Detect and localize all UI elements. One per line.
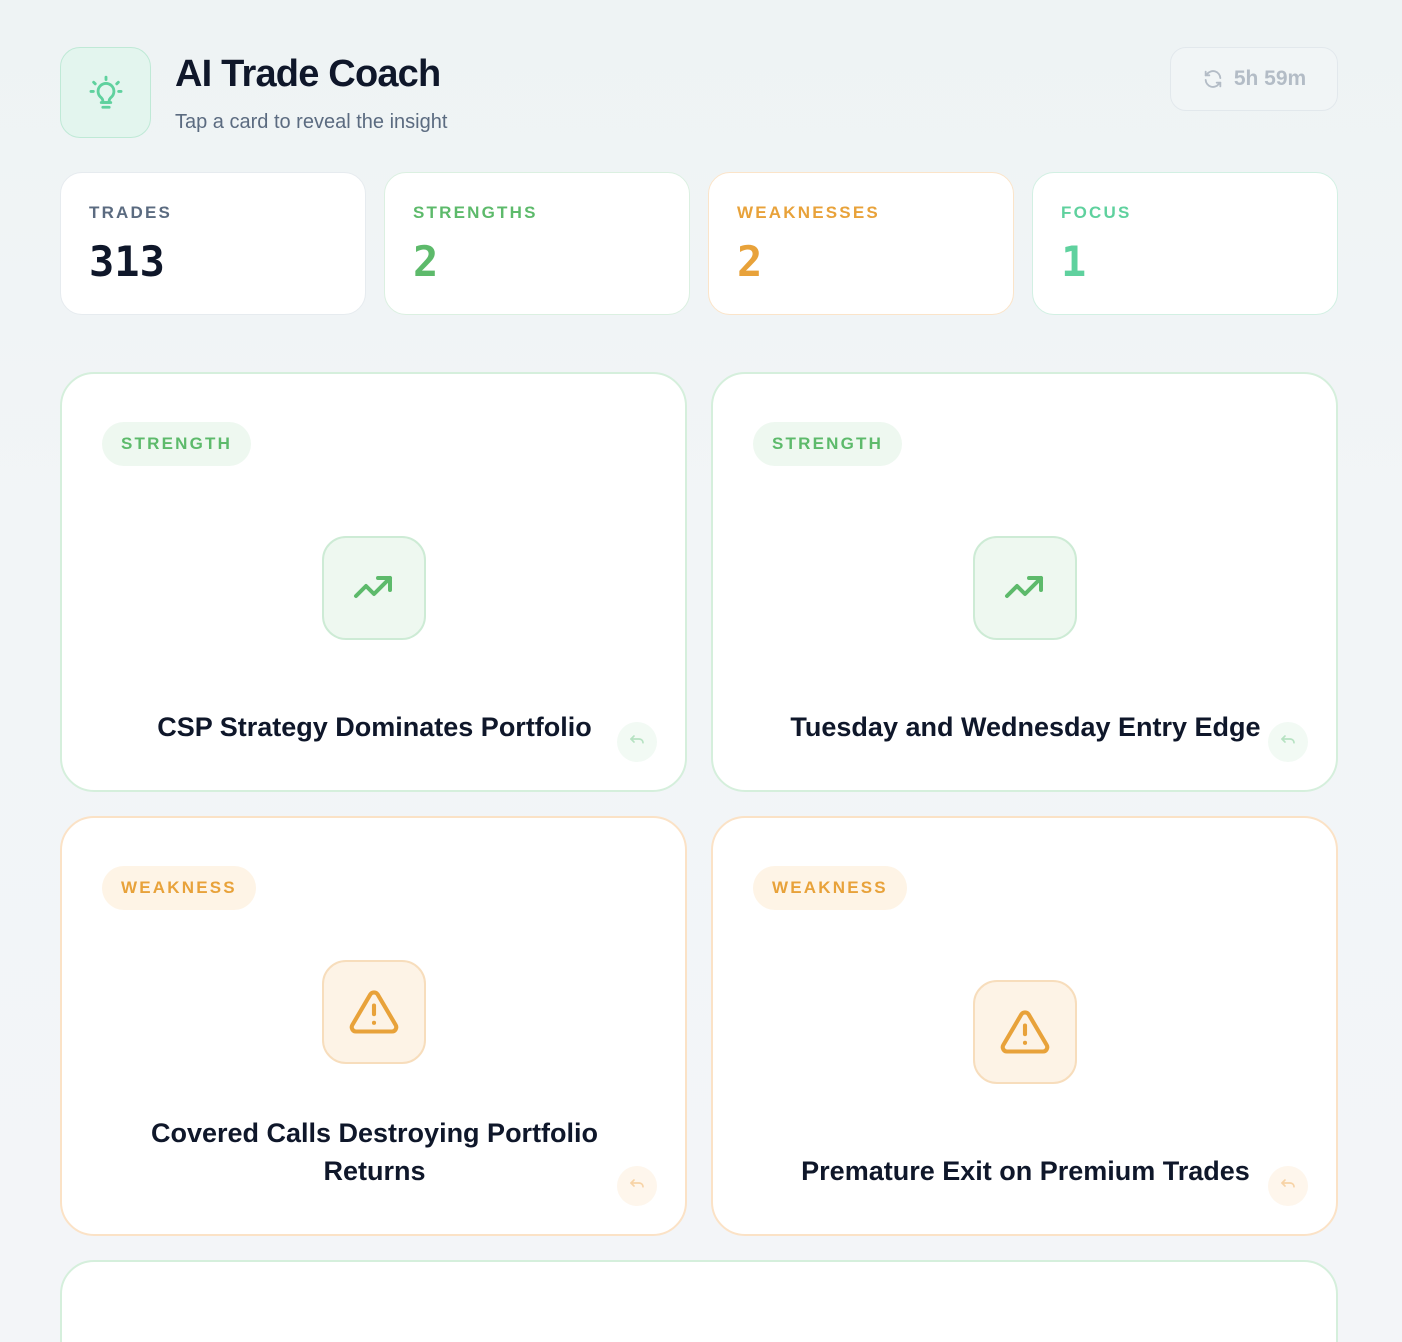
app-logo	[60, 47, 151, 138]
card-badge: WEAKNESS	[102, 866, 256, 910]
insight-card[interactable]	[60, 1260, 1338, 1342]
lightbulb-icon	[89, 75, 122, 109]
card-badge: WEAKNESS	[753, 866, 907, 910]
page-subtitle: Tap a card to reveal the insight	[175, 111, 448, 133]
page-title: AI Trade Coach	[175, 53, 441, 95]
card-title: Premature Exit on Premium Trades	[801, 1156, 1250, 1186]
trending-up-icon	[1005, 576, 1043, 598]
card-badge: STRENGTH	[753, 422, 903, 466]
stat-card-trades: TRADES 313	[60, 172, 366, 315]
flip-back-button[interactable]	[617, 1166, 657, 1206]
insight-card[interactable]: WEAKNESS Covered Calls Destroying Portfo…	[60, 816, 687, 1236]
stat-value: 2	[737, 237, 763, 286]
stat-value: 313	[89, 237, 165, 286]
stat-card-focus: FOCUS 1	[1032, 172, 1338, 315]
warning-icon	[349, 990, 399, 1034]
page: AI Trade Coach Tap a card to reveal the …	[0, 0, 1402, 1342]
stat-value: 2	[413, 237, 439, 286]
stat-card-strengths: STRENGTHS 2	[384, 172, 690, 315]
flip-back-button[interactable]	[1268, 722, 1308, 762]
trending-up-icon	[354, 576, 392, 598]
refresh-timer: 5h 59m	[1233, 67, 1307, 90]
card-icon-box	[322, 536, 426, 640]
undo-icon	[1281, 1179, 1295, 1188]
card-icon-box	[322, 960, 426, 1064]
stat-card-weaknesses: WEAKNESSES 2	[708, 172, 1014, 315]
insight-card[interactable]: WEAKNESS Premature Exit on Premium Trade…	[711, 816, 1338, 1236]
stats-row: TRADES 313 STRENGTHS 2 WEAKNESSES 2 FOCU…	[60, 172, 1338, 316]
undo-icon	[630, 735, 644, 744]
insight-card[interactable]: STRENGTH Tuesday and Wednesday Entry Edg…	[711, 372, 1338, 792]
stat-label: STRENGTHS	[413, 203, 538, 222]
refresh-button[interactable]: 5h 59m	[1170, 47, 1338, 111]
card-badge: STRENGTH	[102, 422, 252, 466]
warning-icon	[1000, 1010, 1050, 1054]
header: AI Trade Coach Tap a card to reveal the …	[60, 47, 1338, 139]
card-icon-box	[973, 980, 1077, 1084]
card-icon-box	[973, 536, 1077, 640]
stat-label: WEAKNESSES	[737, 203, 880, 222]
stat-label: TRADES	[89, 203, 173, 222]
refresh-icon	[1204, 70, 1222, 88]
flip-back-button[interactable]	[1268, 1166, 1308, 1206]
stat-label: FOCUS	[1061, 203, 1132, 222]
card-title: Covered Calls Destroying Portfolio Retur…	[150, 1118, 599, 1186]
insight-card[interactable]: STRENGTH CSP Strategy Dominates Portfoli…	[60, 372, 687, 792]
card-title: CSP Strategy Dominates Portfolio	[157, 712, 592, 742]
undo-icon	[1281, 735, 1295, 744]
flip-back-button[interactable]	[617, 722, 657, 762]
undo-icon	[630, 1179, 644, 1188]
stat-value: 1	[1061, 237, 1087, 286]
card-title: Tuesday and Wednesday Entry Edge	[790, 712, 1261, 742]
